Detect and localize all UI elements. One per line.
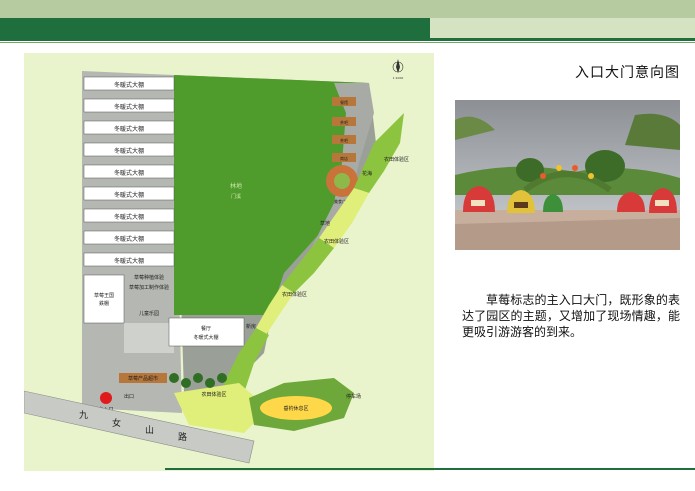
greenhouse[interactable]: 冬暖式大棚 (83, 164, 175, 179)
header-rule (0, 38, 695, 41)
restaurant-label: 餐厅 (201, 325, 211, 332)
strawberry-kingdom-label: 草莓王国 (94, 292, 114, 299)
shop-label: 茶吧 (340, 119, 348, 125)
entrance-gate-photo (455, 100, 680, 250)
exit-label: 出口 (124, 393, 134, 400)
forest-sub-label: 门溪 (231, 193, 241, 200)
greenhouse[interactable]: 冬暖式大棚 (83, 186, 175, 201)
kids-area[interactable] (124, 323, 174, 353)
main-entrance-marker[interactable] (100, 392, 112, 404)
farm-zone-label: 农田体验区 (384, 156, 409, 163)
description-text: 草莓标志的主入口大门，既形象的表达了园区的主题，又增加了现场情趣，能更吸引游游客… (462, 293, 680, 339)
greenhouse[interactable]: 冬暖式大棚 (83, 120, 175, 135)
kids-area-label: 儿童乐园 (139, 310, 159, 317)
restaurant-sub: 冬暖式大棚 (193, 334, 218, 341)
footer-rule (165, 468, 695, 470)
pond-label: 垂钓休息区 (283, 405, 308, 412)
svg-text:冬暖式大棚: 冬暖式大棚 (114, 103, 144, 111)
svg-text:冬暖式大棚: 冬暖式大棚 (114, 169, 144, 177)
header-rule-thin (0, 42, 695, 43)
strawberry-kingdom-building[interactable] (83, 274, 125, 324)
farm-zone-label: 农田体验区 (324, 238, 349, 245)
road-label: 山 (145, 425, 154, 436)
svg-text:冬暖式大棚: 冬暖式大棚 (114, 147, 144, 155)
new-area-label: 新房 (246, 323, 256, 330)
plaza-center (334, 173, 350, 189)
shop-label: 商店 (340, 155, 348, 161)
processing-label: 草莓加工制作体验 (129, 284, 169, 291)
shop-label: 餐馆 (340, 99, 348, 105)
pond-area-label: 停车场 (346, 393, 361, 400)
greenhouse[interactable]: 冬暖式大棚 (83, 76, 175, 91)
farm-zone-label: 农田体验区 (201, 391, 226, 398)
greenhouse[interactable]: 冬暖式大棚 (83, 142, 175, 157)
svg-text:冬暖式大棚: 冬暖式大棚 (114, 125, 144, 133)
farm-zone-label: 农田体验区 (282, 291, 307, 298)
greenhouse-list: 冬暖式大棚 冬暖式大棚 冬暖式大棚 冬暖式大棚 冬暖式大棚 冬暖式大棚 冬暖式大… (83, 76, 175, 267)
strawberry-kingdom-sub: 鉄棚 (99, 300, 109, 307)
products-label: 草莓产品超市 (128, 375, 158, 382)
svg-text:冬暖式大棚: 冬暖式大棚 (114, 213, 144, 221)
greenhouse[interactable]: 冬暖式大棚 (83, 230, 175, 245)
header-band (0, 0, 695, 18)
shop-label: 茶吧 (340, 137, 348, 143)
lawn-label: 草地 (320, 220, 330, 227)
svg-text:冬暖式大棚: 冬暖式大棚 (114, 235, 144, 243)
svg-text:冬暖式大棚: 冬暖式大棚 (114, 81, 144, 89)
greenhouse[interactable]: 冬暖式大棚 (83, 252, 175, 267)
road-label: 九 (79, 410, 88, 421)
greenhouse[interactable]: 冬暖式大棚 (83, 208, 175, 223)
flowers-label: 花海 (362, 170, 372, 177)
header-green-bar (0, 18, 430, 38)
planting-label: 草莓种植体验 (134, 274, 164, 281)
page-title: 入口大门意向图 (575, 65, 680, 81)
road-label: 路 (178, 431, 187, 443)
greenhouse[interactable]: 冬暖式大棚 (83, 98, 175, 113)
scale-label: 1:1000 (393, 76, 404, 80)
svg-text:冬暖式大棚: 冬暖式大棚 (114, 257, 144, 265)
header-light-bar (430, 18, 695, 38)
restaurant-building[interactable] (168, 317, 245, 347)
forest-label: 林地 (230, 182, 242, 190)
master-plan: 冬暖式大棚 冬暖式大棚 冬暖式大棚 冬暖式大棚 冬暖式大棚 冬暖式大棚 冬暖式大… (24, 53, 434, 471)
svg-text:冬暖式大棚: 冬暖式大棚 (114, 191, 144, 199)
road-label: 女 (112, 417, 121, 429)
